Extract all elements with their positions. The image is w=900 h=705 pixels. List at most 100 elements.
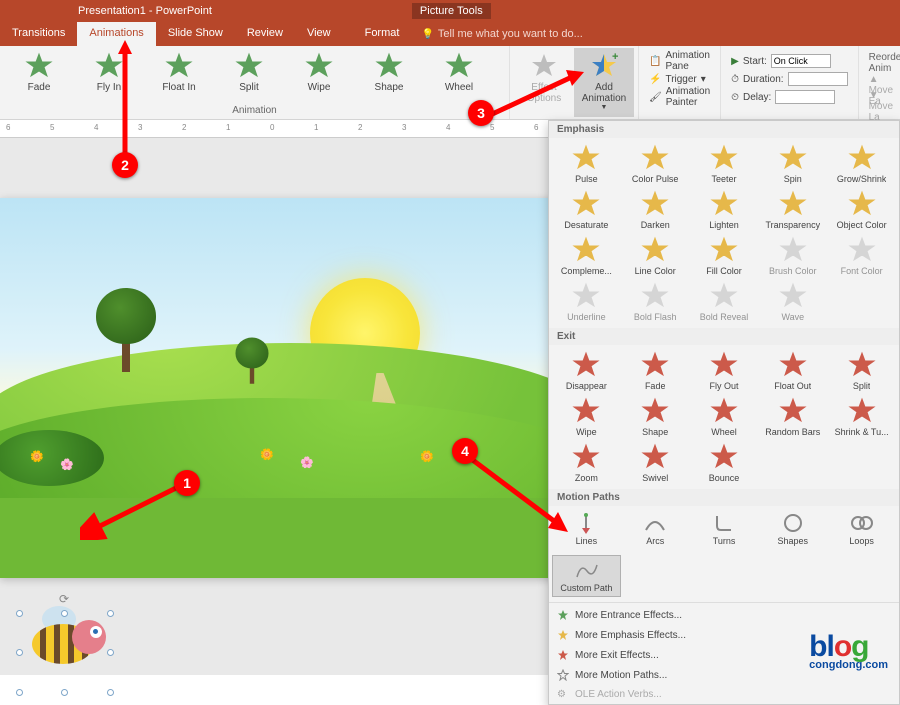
annotation-marker-2: 2 [112, 152, 138, 178]
resize-handle[interactable] [107, 649, 114, 656]
resize-handle[interactable] [107, 610, 114, 617]
slide-canvas[interactable]: 🌼 🌸 🌼 🌸 🌼 [0, 198, 560, 578]
resize-handle[interactable] [61, 610, 68, 617]
animation-wipe[interactable]: Wipe [284, 48, 354, 97]
animation-pane-button[interactable]: 📋 Animation Pane [649, 52, 710, 70]
exit-header: Exit [549, 328, 899, 345]
effect-float-out[interactable]: Float Out [758, 348, 827, 394]
annotation-marker-3: 3 [468, 100, 494, 126]
effect-random-bars[interactable]: Random Bars [758, 394, 827, 440]
effect-loops[interactable]: Loops [827, 509, 896, 549]
effect-teeter[interactable]: Teeter [690, 141, 759, 187]
ribbon-tabs: Transitions Animations Slide Show Review… [0, 22, 900, 46]
effect-fade[interactable]: Fade [621, 348, 690, 394]
effect-underline: Underline [552, 279, 621, 325]
effect-color-pulse[interactable]: Color Pulse [621, 141, 690, 187]
animation-painter-button[interactable]: 🖌 Animation Painter [649, 88, 710, 106]
flower-graphic: 🌸 [60, 458, 74, 471]
animation-shape[interactable]: Shape [354, 48, 424, 97]
emphasis-header: Emphasis [549, 121, 899, 138]
effect-split[interactable]: Split [827, 348, 896, 394]
effect-bounce[interactable]: Bounce [690, 440, 759, 486]
effect-shapes[interactable]: Shapes [758, 509, 827, 549]
effect-arcs[interactable]: Arcs [621, 509, 690, 549]
custom-path-icon [573, 559, 599, 581]
effect-zoom[interactable]: Zoom [552, 440, 621, 486]
tab-slideshow[interactable]: Slide Show [156, 22, 235, 46]
tab-format[interactable]: Format [353, 22, 412, 46]
timing-group: ▶ Start: ⏱ Duration: ⏲ Delay: [725, 48, 853, 110]
annotation-marker-4: 4 [452, 438, 478, 464]
duration-input[interactable] [788, 72, 848, 86]
selected-bee-image[interactable]: ⟳ [20, 614, 110, 692]
annotation-marker-1: 1 [174, 470, 200, 496]
watermark-logo: blog congdong.com [809, 636, 888, 669]
custom-path-option[interactable]: Custom Path [552, 555, 621, 597]
resize-handle[interactable] [61, 689, 68, 696]
start-select[interactable] [771, 54, 831, 68]
effect-brush-color: Brush Color [758, 233, 827, 279]
motion-paths-header: Motion Paths [549, 489, 899, 506]
add-animation-button[interactable]: + Add Animation▼ [574, 48, 634, 117]
tab-view[interactable]: View [295, 22, 343, 46]
resize-handle[interactable] [16, 689, 23, 696]
effect-disappear[interactable]: Disappear [552, 348, 621, 394]
tab-animations[interactable]: Animations [77, 22, 155, 46]
effect-options-button: Effect Options [514, 48, 574, 117]
effect-fill-color[interactable]: Fill Color [690, 233, 759, 279]
ground-graphic [0, 498, 560, 578]
effect-desaturate[interactable]: Desaturate [552, 187, 621, 233]
animation-gallery[interactable]: FadeFly InFloat InSplitWipeShapeWheel [4, 48, 505, 97]
ribbon: FadeFly InFloat InSplitWipeShapeWheel An… [0, 46, 900, 120]
effect-shape[interactable]: Shape [621, 394, 690, 440]
svg-text:+: + [612, 52, 618, 63]
tree-graphic [96, 282, 156, 372]
animation-fly-in[interactable]: Fly In [74, 48, 144, 97]
animation-fade[interactable]: Fade [4, 48, 74, 97]
advanced-animation-group: 📋 Animation Pane ⚡ Trigger ▾ 🖌 Animation… [643, 48, 716, 110]
effect-compleme-[interactable]: Compleme... [552, 233, 621, 279]
window-title: Presentation1 - PowerPoint [8, 5, 212, 17]
effect-swivel[interactable]: Swivel [621, 440, 690, 486]
ole-action-verbs: ⚙OLE Action Verbs... [549, 685, 899, 704]
effect-wipe[interactable]: Wipe [552, 394, 621, 440]
animation-split[interactable]: Split [214, 48, 284, 97]
effect-wheel[interactable]: Wheel [690, 394, 759, 440]
effect-darken[interactable]: Darken [621, 187, 690, 233]
effect-shrink-tu-[interactable]: Shrink & Tu... [827, 394, 896, 440]
resize-handle[interactable] [16, 649, 23, 656]
add-animation-dropdown: Emphasis PulseColor PulseTeeterSpinGrow/… [548, 120, 900, 705]
tab-transitions[interactable]: Transitions [0, 22, 77, 46]
animation-wheel[interactable]: Wheel [424, 48, 494, 97]
effect-line-color[interactable]: Line Color [621, 233, 690, 279]
add-animation-icon: + [590, 52, 618, 80]
effect-grow-shrink[interactable]: Grow/Shrink [827, 141, 896, 187]
resize-handle[interactable] [107, 689, 114, 696]
effect-pulse[interactable]: Pulse [552, 141, 621, 187]
flower-graphic: 🌸 [300, 456, 314, 469]
effect-fly-out[interactable]: Fly Out [690, 348, 759, 394]
more-entrance-effects[interactable]: More Entrance Effects... [549, 605, 899, 625]
effect-bold-reveal: Bold Reveal [690, 279, 759, 325]
tab-review[interactable]: Review [235, 22, 295, 46]
resize-handle[interactable] [16, 610, 23, 617]
effect-options-icon [530, 52, 558, 80]
effect-lines[interactable]: Lines [552, 509, 621, 549]
animation-float-in[interactable]: Float In [144, 48, 214, 97]
reorder-group: Reorder Anim ▲ Move Ea ▼ Move La [863, 48, 900, 110]
play-icon: ▶ [731, 56, 739, 67]
group-label-animation: Animation [4, 104, 505, 117]
effect-turns[interactable]: Turns [690, 509, 759, 549]
move-earlier-button[interactable]: ▲ Move Ea [869, 74, 900, 90]
flower-graphic: 🌼 [260, 448, 274, 461]
tell-me-search[interactable]: Tell me what you want to do... [411, 22, 592, 46]
effect-spin[interactable]: Spin [758, 141, 827, 187]
bee-head [72, 620, 106, 654]
effect-object-color[interactable]: Object Color [827, 187, 896, 233]
effect-transparency[interactable]: Transparency [758, 187, 827, 233]
flower-graphic: 🌼 [420, 450, 434, 463]
delay-input[interactable] [775, 90, 835, 104]
effect-lighten[interactable]: Lighten [690, 187, 759, 233]
rotate-handle[interactable]: ⟳ [59, 592, 69, 606]
flower-graphic: 🌼 [30, 450, 44, 463]
